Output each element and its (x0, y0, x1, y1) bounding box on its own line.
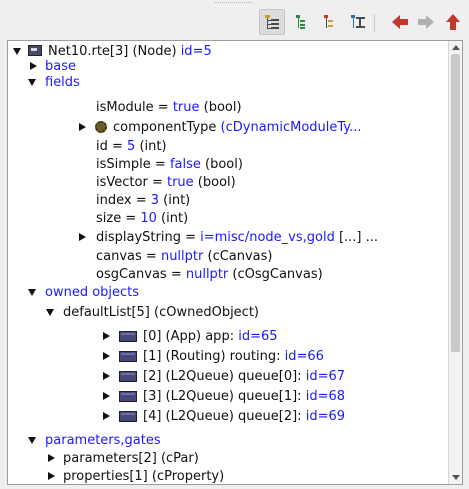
inspector-toolbar (0, 6, 469, 38)
properties-label: properties[1] (cProperty) (63, 469, 225, 484)
field-name: index = (96, 193, 151, 208)
object-icon (119, 371, 137, 382)
field-value: true (166, 175, 194, 190)
base-label: base (45, 59, 76, 74)
fields-label: fields (45, 75, 80, 90)
expand-arrow-icon[interactable] (30, 62, 37, 70)
component-type-icon (95, 121, 107, 133)
field-name: canvas = (96, 249, 161, 264)
field-name: displayString = (96, 230, 201, 245)
object-label: [4] (L2Queue) queue[2]: (143, 409, 306, 424)
root-id: id=5 (180, 44, 212, 59)
field-name: isVector = (96, 175, 167, 190)
expand-arrow-icon[interactable] (48, 472, 55, 480)
field-name: componentType (113, 120, 221, 135)
object-id: id=67 (305, 369, 346, 384)
tree-view-button[interactable] (259, 9, 285, 35)
field-name: osgCanvas = (96, 267, 186, 282)
forward-button[interactable] (413, 9, 439, 35)
parameters-gates-label: parameters,gates (45, 433, 161, 448)
object-label: [3] (L2Queue) queue[1]: (143, 389, 306, 404)
object-label: [0] (App) app: (143, 329, 239, 344)
expand-arrow-icon[interactable] (103, 372, 110, 380)
object-tree[interactable]: Net10.rte[3] (Node) id=5 base fields isM… (7, 40, 463, 485)
field-name: id = (96, 139, 128, 154)
grouped-view-button[interactable] (345, 9, 371, 35)
field-name: isSimple = (96, 157, 170, 172)
defaultlist-label: defaultList[5] (cOwnedObject) (63, 305, 259, 320)
expand-arrow-icon[interactable] (79, 123, 86, 131)
tree-view-icon (265, 15, 279, 29)
field-value: (cDynamicModuleTy... (220, 120, 362, 135)
field-value: 3 (150, 193, 160, 208)
field-value: 10 (140, 211, 157, 226)
object-id: id=65 (238, 329, 278, 344)
children-view-icon (324, 15, 333, 28)
object-label: [2] (L2Queue) queue[0]: (143, 369, 306, 384)
object-label: [1] (Routing) routing: (143, 349, 285, 364)
back-button[interactable] (387, 9, 413, 35)
field-type: (int) (159, 193, 191, 208)
expand-arrow-icon[interactable] (48, 454, 55, 462)
field-type: (int) (156, 211, 189, 226)
field-type: (bool) (193, 175, 236, 190)
children-view-button[interactable] (316, 9, 342, 35)
object-icon (119, 391, 137, 402)
scroll-down-arrow-icon[interactable] (452, 475, 460, 480)
flat-view-icon (296, 15, 305, 29)
flat-view-button[interactable] (288, 9, 314, 35)
object-id: id=69 (305, 409, 346, 424)
up-arrow-icon (446, 14, 460, 30)
field-value: nullptr (185, 267, 229, 282)
object-icon (119, 411, 137, 422)
back-arrow-icon (392, 15, 408, 29)
field-name: isModule = (96, 100, 173, 115)
field-value: false (169, 157, 201, 172)
vertical-scrollbar[interactable] (448, 41, 462, 484)
collapse-arrow-icon[interactable] (46, 309, 54, 316)
collapse-arrow-icon[interactable] (28, 289, 36, 296)
object-id: id=66 (284, 349, 324, 364)
field-type: (bool) (200, 157, 243, 172)
grouped-view-icon (351, 15, 365, 28)
expand-arrow-icon[interactable] (103, 392, 110, 400)
collapse-arrow-icon[interactable] (28, 79, 36, 86)
object-inspector-panel: Net10.rte[3] (Node) id=5 base fields isM… (0, 0, 469, 489)
field-type: (int) (135, 139, 167, 154)
field-type: [...] ... (334, 230, 379, 245)
owned-objects-label: owned objects (45, 285, 140, 300)
field-type: (bool) (199, 100, 242, 115)
forward-arrow-icon (418, 15, 434, 29)
object-id: id=68 (305, 389, 346, 404)
scroll-up-arrow-icon[interactable] (452, 45, 460, 50)
collapse-arrow-icon[interactable] (28, 437, 36, 444)
root-label: Net10.rte[3] (Node) (48, 44, 181, 59)
expand-arrow-icon[interactable] (103, 412, 110, 420)
field-type: (cOsgCanvas) (228, 267, 323, 282)
expand-arrow-icon[interactable] (79, 233, 86, 241)
object-icon (119, 331, 137, 342)
module-icon (28, 45, 42, 56)
expand-arrow-icon[interactable] (103, 332, 110, 340)
field-value: nullptr (160, 249, 204, 264)
toolbar-separator (374, 14, 375, 32)
field-type: (cCanvas) (203, 249, 273, 264)
expand-arrow-icon[interactable] (103, 352, 110, 360)
parameters-label: parameters[2] (cPar) (63, 451, 199, 466)
field-name: size = (96, 211, 141, 226)
field-value: true (172, 100, 200, 115)
field-value: i=misc/node_vs,gold (200, 230, 335, 245)
scrollbar-thumb[interactable] (451, 54, 460, 352)
collapse-arrow-icon[interactable] (13, 48, 21, 55)
object-icon (119, 351, 137, 362)
up-button[interactable] (440, 9, 466, 35)
